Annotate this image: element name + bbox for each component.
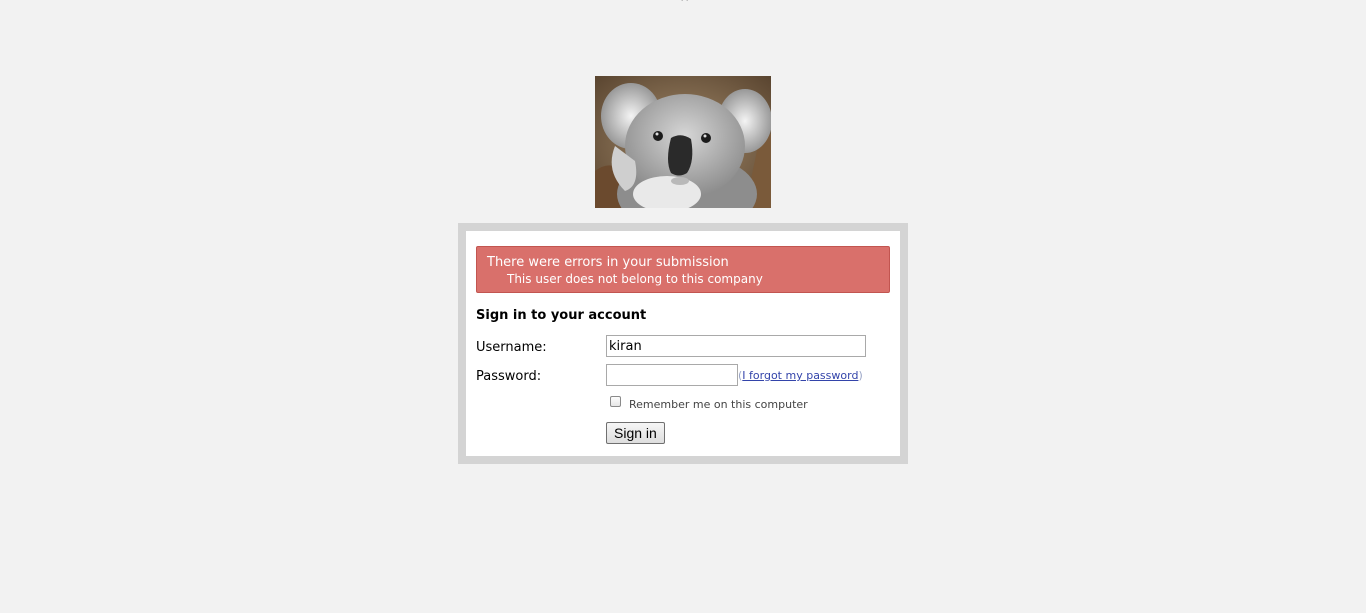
forgot-password-link[interactable]: I forgot my password	[742, 369, 858, 382]
login-panel: There were errors in your submission Thi…	[458, 223, 908, 464]
login-card: There were errors in your submission Thi…	[466, 231, 900, 456]
koala-logo-image	[595, 76, 771, 208]
error-detail: This user does not belong to this compan…	[507, 272, 763, 286]
sign-in-button[interactable]: Sign in	[606, 422, 665, 444]
forgot-password-wrapper: (I forgot my password)	[738, 369, 863, 382]
remember-me-label[interactable]: Remember me on this computer	[629, 398, 808, 411]
error-title: There were errors in your submission	[487, 255, 729, 270]
password-label: Password:	[476, 369, 542, 384]
username-label: Username:	[476, 340, 547, 355]
top-mark: ``	[679, 0, 690, 11]
username-input[interactable]	[606, 335, 866, 357]
koala-icon	[595, 76, 771, 208]
remember-me-checkbox[interactable]	[610, 396, 621, 407]
forgot-paren-close: )	[858, 369, 863, 382]
form-heading: Sign in to your account	[476, 308, 647, 323]
error-alert: There were errors in your submission Thi…	[476, 246, 890, 293]
password-input[interactable]	[606, 364, 738, 386]
